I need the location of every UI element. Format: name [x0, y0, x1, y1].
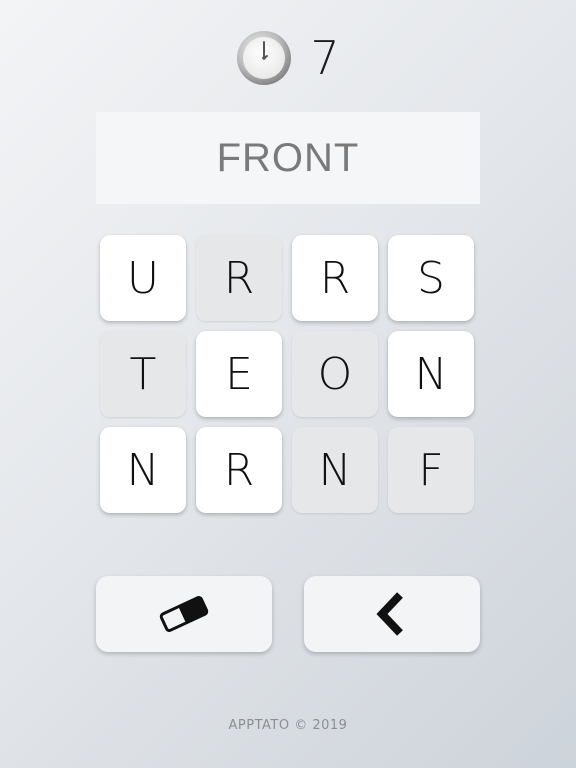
letter-tile[interactable]: N — [388, 331, 474, 417]
backspace-button[interactable] — [304, 576, 480, 652]
timer-value: 7 — [310, 31, 340, 85]
timer: 7 — [0, 28, 576, 88]
clock-icon — [237, 31, 292, 85]
letter-tile[interactable]: O — [292, 331, 378, 417]
letter-tile[interactable]: F — [388, 427, 474, 513]
letter-tile[interactable]: E — [196, 331, 282, 417]
erase-button[interactable] — [96, 576, 272, 652]
chevron-left-icon — [376, 592, 403, 636]
current-word: FRONT — [96, 112, 480, 204]
letter-tile[interactable]: N — [100, 427, 186, 513]
letter-grid: URRSTEONNRNF — [100, 235, 476, 513]
letter-tile[interactable]: R — [292, 235, 378, 321]
letter-tile[interactable]: S — [388, 235, 474, 321]
letter-tile[interactable]: R — [196, 235, 282, 321]
letter-tile[interactable]: U — [100, 235, 186, 321]
copyright-footer: APPTATO © 2019 — [228, 718, 348, 733]
letter-tile[interactable]: T — [100, 331, 186, 417]
eraser-icon — [159, 596, 209, 632]
letter-tile[interactable]: R — [196, 427, 282, 513]
letter-tile[interactable]: N — [292, 427, 378, 513]
